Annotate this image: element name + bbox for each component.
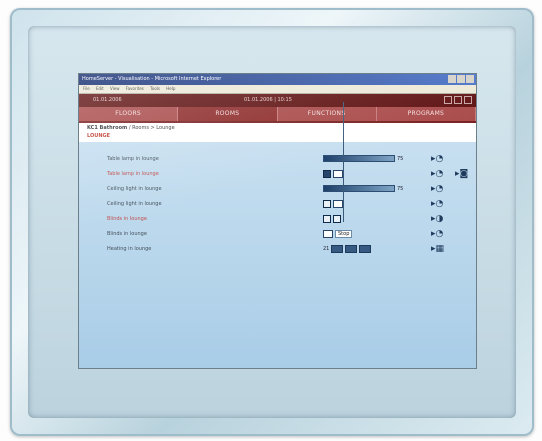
blinds-up-button[interactable] — [323, 214, 331, 223]
heating-up-button[interactable] — [359, 244, 372, 253]
row-label: Ceiling light in lounge — [107, 186, 162, 192]
heating-control: 21 — [323, 244, 372, 253]
row-label: Blinds in lounge — [107, 231, 147, 237]
dimmer-slider[interactable] — [323, 155, 395, 162]
menu-bar: File Edit View Favorites Tools Help — [79, 85, 476, 94]
stop-button[interactable] — [323, 229, 333, 238]
heating-value: 21 — [323, 245, 330, 252]
switch-off-button[interactable] — [333, 169, 343, 178]
switch-on-button[interactable] — [323, 169, 331, 178]
maximize-button[interactable] — [457, 75, 465, 83]
close-button[interactable] — [466, 75, 474, 83]
menu-file[interactable]: File — [83, 86, 90, 91]
tab-programs[interactable]: PROGRAMS — [377, 107, 476, 121]
dimmer-slider[interactable] — [323, 185, 395, 192]
menu-favorites[interactable]: Favorites — [126, 86, 144, 91]
tab-functions[interactable]: FUNCTIONS — [278, 107, 377, 121]
menu-edit[interactable]: Edit — [96, 86, 104, 91]
status-clock: 01.01.2006 | 10:15 — [244, 97, 292, 103]
timer-icon[interactable]: ▸◔ — [431, 230, 443, 239]
blinds-control — [323, 214, 341, 223]
timer-icon[interactable]: ▸◔ — [431, 185, 443, 194]
tab-rooms[interactable]: ROOMS — [178, 107, 278, 121]
switch-control — [323, 169, 343, 178]
row-label: Table lamp in lounge — [107, 171, 159, 177]
breadcrumb-root[interactable]: KC1 Bathroom — [87, 125, 127, 131]
tab-floors[interactable]: FLOORS — [79, 107, 179, 121]
menu-view[interactable]: View — [110, 86, 120, 91]
timer-icon[interactable]: ▸◔ — [431, 170, 443, 179]
dimmer-value: 75 — [397, 155, 404, 162]
window-titlebar: HomeServer - Visualisation - Microsoft I… — [79, 74, 476, 85]
graph-icon[interactable]: ▸▦ — [431, 245, 444, 254]
menu-help[interactable]: Help — [166, 86, 175, 91]
timer-icon[interactable]: ▸◔ — [431, 155, 443, 164]
page-title: LOUNGE — [87, 133, 111, 139]
status-bar: 01.01.2006 01.01.2006 | 10:15 — [79, 94, 476, 107]
row-label: Ceiling light in lounge — [107, 201, 162, 207]
minimize-button[interactable] — [448, 75, 456, 83]
back-icon[interactable] — [454, 96, 462, 104]
column-divider — [343, 102, 344, 222]
dimmer-value: 75 — [397, 185, 404, 192]
heating-down-button[interactable] — [345, 244, 358, 253]
row-label: Table lamp in lounge — [107, 156, 159, 162]
scene-icon[interactable]: ▸◙ — [455, 170, 468, 179]
window-title: HomeServer - Visualisation - Microsoft I… — [82, 76, 222, 82]
home-icon[interactable] — [444, 96, 452, 104]
status-date: 01.01.2006 — [93, 97, 122, 103]
switch-off-button[interactable] — [333, 199, 343, 208]
row-label: Heating in lounge — [107, 246, 152, 252]
blinds-down-button[interactable] — [333, 214, 341, 223]
heating-mode-button[interactable] — [331, 244, 344, 253]
timer-icon[interactable]: ▸◔ — [431, 200, 443, 209]
switch-control — [323, 199, 343, 208]
help-icon[interactable] — [464, 96, 472, 104]
dimmer-control: 75 — [323, 154, 403, 163]
blinds-stop-control: Stop — [323, 229, 353, 238]
touch-screen: HomeServer - Visualisation - Microsoft I… — [79, 74, 476, 368]
breadcrumb-path: / Rooms > Lounge — [127, 125, 175, 131]
row-label: Blinds in lounge — [107, 216, 147, 222]
switch-on-button[interactable] — [323, 199, 331, 208]
timer-icon[interactable]: ▸◑ — [431, 215, 443, 224]
menu-tools[interactable]: Tools — [150, 86, 160, 91]
main-tabs: FLOORS ROOMS FUNCTIONS PROGRAMS — [79, 107, 476, 123]
blinds-state: Stop — [335, 229, 353, 238]
dimmer-control: 75 — [323, 184, 403, 193]
control-panel: Table lamp in lounge Table lamp in loung… — [79, 142, 476, 368]
